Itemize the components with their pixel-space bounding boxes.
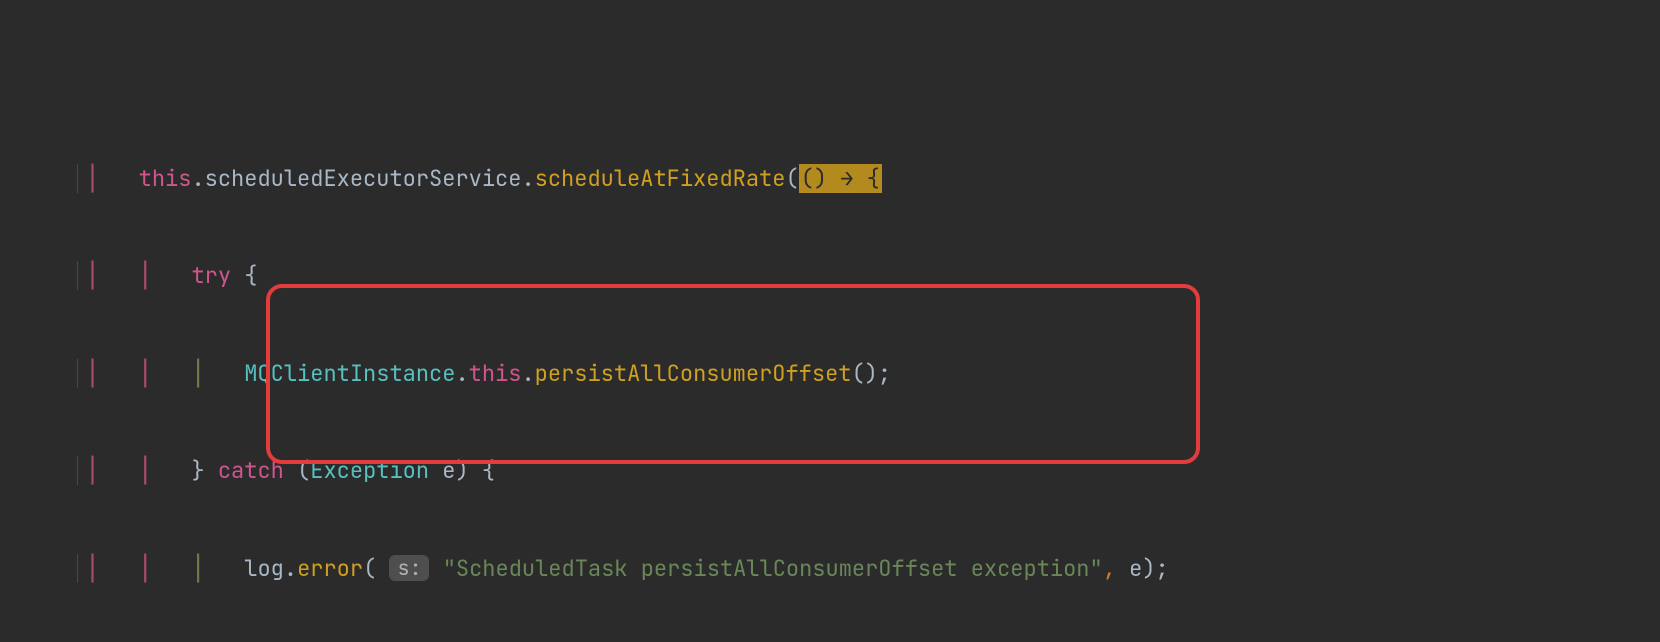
method-call: scheduleAtFixedRate [535,164,786,193]
keyword-this: this [139,164,192,193]
code-line[interactable]: │ this.scheduledExecutorService.schedule… [0,163,1660,196]
code-line[interactable]: │ │ } catch (Exception e) { [0,455,1660,488]
keyword-try: try [191,261,231,290]
method-call: error [297,554,363,583]
field-ref: scheduledExecutorService [205,164,522,193]
lambda-open: () → { [799,164,882,193]
param-hint: s: [389,555,429,581]
method-call: persistAllConsumerOffset [535,359,852,388]
type-ref: MQClientInstance [244,359,455,388]
type-ref: Exception [310,456,429,485]
keyword-this: this [469,359,522,388]
code-line[interactable]: │ │ │ log.error( s: "ScheduledTask persi… [0,553,1660,586]
logger-ref: log [244,554,284,583]
string-literal: "ScheduledTask persistAllConsumerOffset … [443,554,1103,583]
code-line[interactable]: │ │ try { [0,260,1660,293]
code-line[interactable]: │ │ │ MQClientInstance.this.persistAllCo… [0,358,1660,391]
code-editor[interactable]: │ this.scheduledExecutorService.schedule… [0,0,1660,642]
keyword-catch: catch [218,456,284,485]
